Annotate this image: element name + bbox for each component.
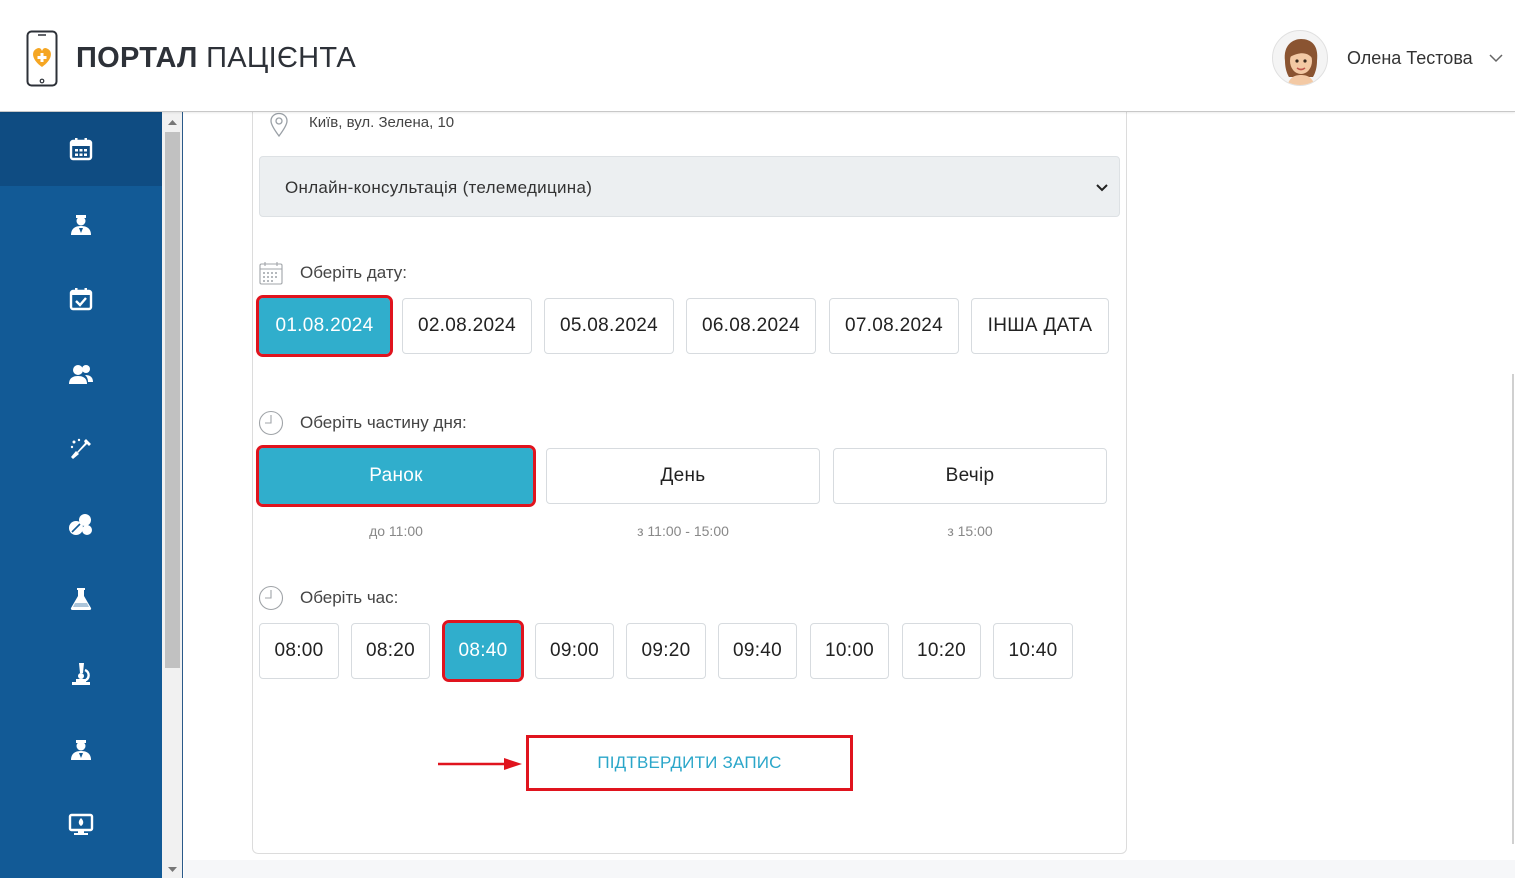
daypart-evening-hint: з 15:00 — [947, 523, 993, 539]
doctor-icon — [71, 215, 91, 235]
page-scroll-indicator — [1512, 374, 1514, 844]
clinic-address: Київ, вул. Зелена, 10 — [268, 112, 454, 138]
sidebar-item-visits[interactable] — [0, 262, 162, 336]
scroll-thumb[interactable] — [165, 132, 180, 668]
microscope-icon — [72, 663, 90, 685]
syringe-icon — [70, 438, 91, 459]
date-option-1[interactable]: 01.08.2024 — [256, 295, 393, 357]
doctor-alt-icon — [71, 740, 91, 760]
chevron-down-icon — [1096, 184, 1108, 192]
calendar-check-icon — [69, 288, 93, 311]
phone-medical-logo-icon — [26, 30, 58, 87]
daypart-morning-hint: до 11:00 — [369, 523, 423, 539]
date-label-text: Оберіть дату: — [300, 263, 408, 282]
calendar-outline-icon — [259, 262, 283, 285]
user-name[interactable]: Олена Тестова — [1347, 48, 1473, 69]
date-option-4[interactable]: 06.08.2024 — [686, 298, 816, 354]
daypart-morning-button[interactable]: Ранок — [256, 445, 536, 507]
scroll-down-arrow-icon[interactable] — [166, 864, 179, 874]
date-section-label: Оберіть дату: — [258, 260, 407, 286]
sidebar-item-appointments[interactable] — [0, 112, 162, 186]
sidebar-item-analyses[interactable] — [0, 562, 162, 636]
avatar[interactable] — [1272, 30, 1328, 86]
daypart-label-text: Оберіть частину дня: — [300, 413, 467, 432]
sidebar — [0, 112, 162, 878]
pills-icon — [69, 514, 92, 535]
time-slot[interactable]: 08:20 — [351, 623, 430, 679]
sidebar-item-specialists[interactable] — [0, 712, 162, 786]
sidebar-item-doctors[interactable] — [0, 187, 162, 261]
clock-icon — [258, 585, 284, 611]
daypart-day-hint: з 11:00 - 15:00 — [637, 523, 729, 539]
sidebar-item-medications[interactable] — [0, 487, 162, 561]
confirm-appointment-button[interactable]: ПІДТВЕРДИТИ ЗАПИС — [526, 735, 853, 791]
sidebar-item-family[interactable] — [0, 337, 162, 411]
address-text: Київ, вул. Зелена, 10 — [309, 114, 455, 131]
sidebar-scrollbar[interactable] — [162, 112, 183, 878]
chevron-down-icon[interactable] — [1488, 50, 1504, 66]
daypart-day-button[interactable]: День — [546, 448, 820, 504]
telemedicine-icon — [68, 813, 94, 835]
daypart-section-label: Оберіть частину дня: — [258, 410, 467, 436]
logo-light-text: ПАЦІЄНТА — [206, 42, 357, 74]
header: ПОРТАЛ ПАЦІЄНТА Олена Тестова — [0, 0, 1515, 112]
logo-bold-text: ПОРТАЛ — [76, 42, 198, 74]
location-pin-icon — [270, 112, 288, 138]
user-avatar-icon — [1284, 39, 1318, 85]
scroll-up-arrow-icon[interactable] — [166, 118, 179, 128]
time-slot[interactable]: 09:00 — [535, 623, 614, 679]
time-slot-selected[interactable]: 08:40 — [442, 620, 524, 682]
time-slot[interactable]: 10:20 — [902, 623, 981, 679]
time-slot[interactable]: 09:40 — [718, 623, 797, 679]
other-date-button[interactable]: ІНША ДАТА — [971, 298, 1109, 354]
sidebar-item-telemedicine[interactable] — [0, 787, 162, 861]
sidebar-item-lab[interactable] — [0, 637, 162, 711]
page-footer-strip — [184, 860, 1515, 878]
flask-icon — [70, 588, 92, 610]
main-content: Київ, вул. Зелена, 10 Онлайн-консультаці… — [184, 102, 1515, 878]
time-slot[interactable]: 10:40 — [993, 623, 1073, 679]
time-slot[interactable]: 08:00 — [259, 623, 339, 679]
time-label-text: Оберіть час: — [300, 588, 399, 607]
date-option-2[interactable]: 02.08.2024 — [402, 298, 532, 354]
time-section-label: Оберіть час: — [258, 585, 398, 611]
annotation-arrow-icon — [438, 758, 522, 770]
service-type-value: Онлайн-консультація (телемедицина) — [285, 178, 593, 197]
calendar-icon — [69, 138, 93, 161]
app-logo[interactable]: ПОРТАЛ ПАЦІЄНТА — [76, 42, 356, 75]
date-option-3[interactable]: 05.08.2024 — [544, 298, 674, 354]
clock-icon — [258, 410, 284, 436]
time-slot[interactable]: 09:20 — [626, 623, 706, 679]
date-option-5[interactable]: 07.08.2024 — [829, 298, 959, 354]
sidebar-item-vaccinations[interactable] — [0, 412, 162, 486]
daypart-evening-button[interactable]: Вечір — [833, 448, 1107, 504]
users-icon — [69, 365, 93, 384]
time-slot[interactable]: 10:00 — [810, 623, 889, 679]
service-type-select[interactable]: Онлайн-консультація (телемедицина) — [259, 156, 1120, 217]
